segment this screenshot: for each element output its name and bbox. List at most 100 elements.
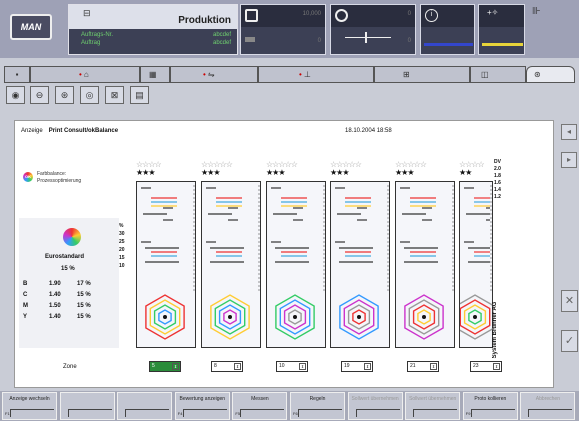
zone-column: ☆☆☆☆ ★★ (455, 161, 495, 351)
calibration-icon[interactable]: ⊠ (105, 86, 124, 104)
register-slider[interactable] (345, 32, 391, 43)
press-icon: ▦ (149, 70, 157, 79)
tab-grid[interactable]: ⊞ (374, 66, 470, 83)
fkey-sollwert-übernehmen[interactable]: Sollwert übernehmen (405, 392, 461, 420)
balance-diagram (335, 185, 390, 340)
wheel-icon[interactable]: ⊛ (55, 86, 74, 104)
measurement-box (455, 181, 495, 348)
tab-plant[interactable]: • ⌂ (30, 66, 140, 83)
fkey-empty[interactable] (117, 392, 173, 420)
rating-stars: ☆☆☆☆ ★★★ (136, 161, 196, 177)
fkey-indicator (528, 409, 573, 417)
standard-name: Eurostandard (45, 254, 85, 260)
man-logo: MAN (10, 14, 52, 40)
zone-stepper-icon[interactable]: ⇕ (234, 363, 241, 370)
confirm-button[interactable]: ✓ (561, 330, 578, 352)
register-cell[interactable]: 0 0 (330, 4, 416, 55)
table-key: M (23, 303, 28, 309)
zone-value: 8 (214, 363, 217, 369)
yellow-status-bar (482, 43, 523, 46)
info-icon: i (425, 9, 438, 22)
next-button[interactable]: ▸ (561, 152, 577, 168)
fkey-indicator (182, 409, 227, 417)
fkey-empty[interactable] (59, 392, 115, 420)
speed-cell[interactable]: 10,000 0 (240, 4, 326, 55)
tab-press[interactable]: ▦ (140, 66, 170, 83)
fkey-anzeige-wechseln[interactable]: Anzeige wechseln F1 (2, 392, 57, 420)
tab-transfer[interactable]: • ⇋ (170, 66, 258, 83)
info-cell[interactable]: i (420, 4, 475, 55)
fkey-label: Anzeige wechseln (9, 396, 50, 402)
zone-stepper-icon[interactable]: ⇕ (172, 363, 179, 370)
dv-label: 2.0 (494, 166, 501, 172)
zone-input[interactable]: 19 ⇕ (341, 361, 373, 372)
screen-icon: ▪ (15, 70, 19, 79)
tab-screen[interactable]: ▪ (4, 66, 30, 83)
scale-label: 15 (119, 255, 125, 261)
balance-label: Farbbalance: Prozessoptimierung (37, 171, 82, 184)
cancel-button[interactable]: ✕ (561, 290, 578, 312)
toolbar: ◉ ⊖ ⊛ ◎ ⊠ ▤ (4, 86, 575, 104)
dv-label: 1.4 (494, 187, 501, 193)
disk-icon[interactable]: ◉ (6, 86, 25, 104)
scale-label: 30 (119, 231, 125, 237)
table-value: 1.50 (49, 303, 61, 309)
fkey-messen[interactable]: Messen F5 (232, 392, 288, 420)
graph-icon: ⊥ (303, 70, 311, 79)
dv-ticks (452, 185, 455, 291)
temperature-cell[interactable]: +✧ (478, 4, 525, 55)
previous-button[interactable]: ◂ (561, 124, 577, 140)
zone-column: ☆☆☆☆☆ ★★★ (395, 161, 457, 351)
measurement-box (395, 181, 455, 348)
fkey-regeln[interactable]: Regeln F6 (290, 392, 345, 420)
zone-stepper-icon[interactable]: ⇕ (430, 363, 437, 370)
table-value: 1.40 (49, 292, 61, 298)
zone-column: ☆☆☆☆☆ ★★★ (330, 161, 392, 351)
roller-icon[interactable]: ⊖ (30, 86, 49, 104)
scale-label: % (119, 223, 124, 229)
rating-stars: ☆☆☆☆ ★★ (459, 161, 519, 177)
zone-input[interactable]: 21 ⇕ (407, 361, 439, 372)
zone-input[interactable]: 10 ⇕ (276, 361, 308, 372)
fkey-label: Messen (251, 396, 269, 402)
fkey-bewertung-anzeigen[interactable]: Bewertung anzeigen F4 (174, 392, 230, 420)
dv-scale: DV 2.0 1.8 1.6 1.4 1.2 (494, 159, 501, 201)
fkey-indicator (67, 409, 112, 417)
zone-stepper-icon[interactable]: ⇕ (364, 363, 371, 370)
balance-point (293, 315, 297, 319)
rating-stars: ☆☆☆☆☆ ★★★ (330, 161, 390, 177)
zone-input[interactable]: 8 ⇕ (211, 361, 243, 372)
table-percent: 15 % (77, 314, 91, 320)
tab-bar: ▪ • ⌂ ▦ • ⇋ • ⊥ ⊞ ◫ ⊛ (4, 66, 575, 83)
view-label: Anzeige Print Consult/okBalance (21, 128, 119, 134)
blue-status-bar (424, 43, 473, 46)
production-panel[interactable]: Produktion ⊟ Auftrags-Nr. abcdef Auftrag a… (68, 4, 238, 55)
fkey-indicator (413, 409, 458, 417)
fkey-abbrechen[interactable]: Abbrechen (520, 392, 576, 420)
status-bar: MAN Produktion ⊟ Auftrags-Nr. abcdef Auft… (0, 0, 579, 58)
zone-input[interactable]: 23 ⇕ (470, 361, 502, 372)
fkey-number: F5 (235, 411, 241, 416)
fkey-sollwert-übernehmen[interactable]: Sollwert übernehmen (347, 392, 403, 420)
auftrag-nr-row: Auftrags-Nr. abcdef (81, 32, 231, 38)
balance-diagram (141, 185, 196, 340)
document-icon[interactable]: ▤ (130, 86, 149, 104)
copy-icon: ◫ (481, 70, 489, 79)
table-value: 1.40 (49, 314, 61, 320)
tab-copy[interactable]: ◫ (470, 66, 526, 83)
fkey-proto-kollieren[interactable]: Proto kollieren F9 (462, 392, 518, 420)
zone-stepper-icon[interactable]: ⇕ (299, 363, 306, 370)
balance-diagram (206, 185, 261, 340)
tab-color[interactable]: ⊛ (526, 66, 575, 83)
zone-column: ☆☆☆☆☆ ★★★ (201, 161, 263, 351)
network-icon[interactable]: ⊪ (532, 6, 541, 17)
tab-graph[interactable]: • ⊥ (258, 66, 374, 83)
machine-icon: ⊟ (83, 8, 91, 18)
production-title: Produktion (69, 5, 237, 29)
zone-input[interactable]: 5 ⇕ (149, 361, 181, 372)
speed-icon (245, 9, 258, 22)
balance-point (473, 315, 477, 319)
gauge-icon[interactable]: ◎ (80, 86, 99, 104)
zone-stepper-icon[interactable]: ⇕ (493, 363, 500, 370)
dv-label: 1.2 (494, 194, 501, 200)
